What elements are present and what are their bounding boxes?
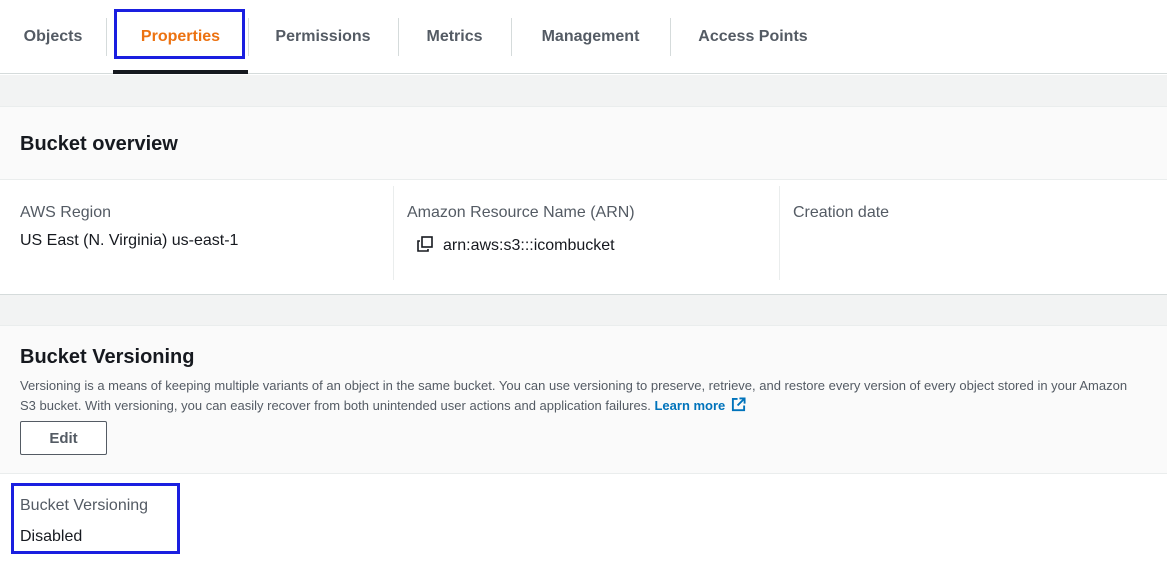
column-divider xyxy=(779,186,780,280)
region-value: US East (N. Virginia) us-east-1 xyxy=(20,232,239,249)
tab-management[interactable]: Management xyxy=(511,0,670,74)
properties-tab-highlight xyxy=(114,9,245,59)
section-spacer xyxy=(0,75,1167,106)
tab-permissions[interactable]: Permissions xyxy=(248,0,398,74)
versioning-description-text: Versioning is a means of keeping multipl… xyxy=(20,378,1128,413)
learn-more-link[interactable]: Learn more xyxy=(654,398,725,413)
bucket-versioning-title: Bucket Versioning xyxy=(20,346,195,368)
edit-button[interactable]: Edit xyxy=(20,421,107,455)
tab-access-points[interactable]: Access Points xyxy=(670,0,836,74)
arn-value-row: arn:aws:s3:::icombucket xyxy=(407,236,767,255)
arn-column: Amazon Resource Name (ARN) arn:aws:s3:::… xyxy=(407,186,767,280)
active-tab-indicator xyxy=(113,70,248,74)
versioning-status-highlight xyxy=(11,483,180,554)
region-label: AWS Region xyxy=(20,204,111,221)
region-column: AWS Region US East (N. Virginia) us-east… xyxy=(20,186,380,280)
section-divider xyxy=(0,473,1167,474)
arn-label: Amazon Resource Name (ARN) xyxy=(407,204,635,221)
tab-metrics[interactable]: Metrics xyxy=(398,0,511,74)
section-spacer xyxy=(0,294,1167,325)
tab-objects[interactable]: Objects xyxy=(0,0,106,74)
bucket-overview-header: Bucket overview xyxy=(0,106,1167,180)
external-link-icon[interactable] xyxy=(731,397,746,412)
arn-value: arn:aws:s3:::icombucket xyxy=(443,237,615,254)
versioning-description: Versioning is a means of keeping multipl… xyxy=(20,376,1140,416)
tab-divider xyxy=(106,18,107,56)
creation-date-label: Creation date xyxy=(793,204,890,221)
column-divider xyxy=(393,186,394,280)
copy-icon[interactable] xyxy=(417,236,433,252)
bucket-overview-title: Bucket overview xyxy=(20,133,178,155)
creation-column: Creation date xyxy=(793,186,1153,280)
